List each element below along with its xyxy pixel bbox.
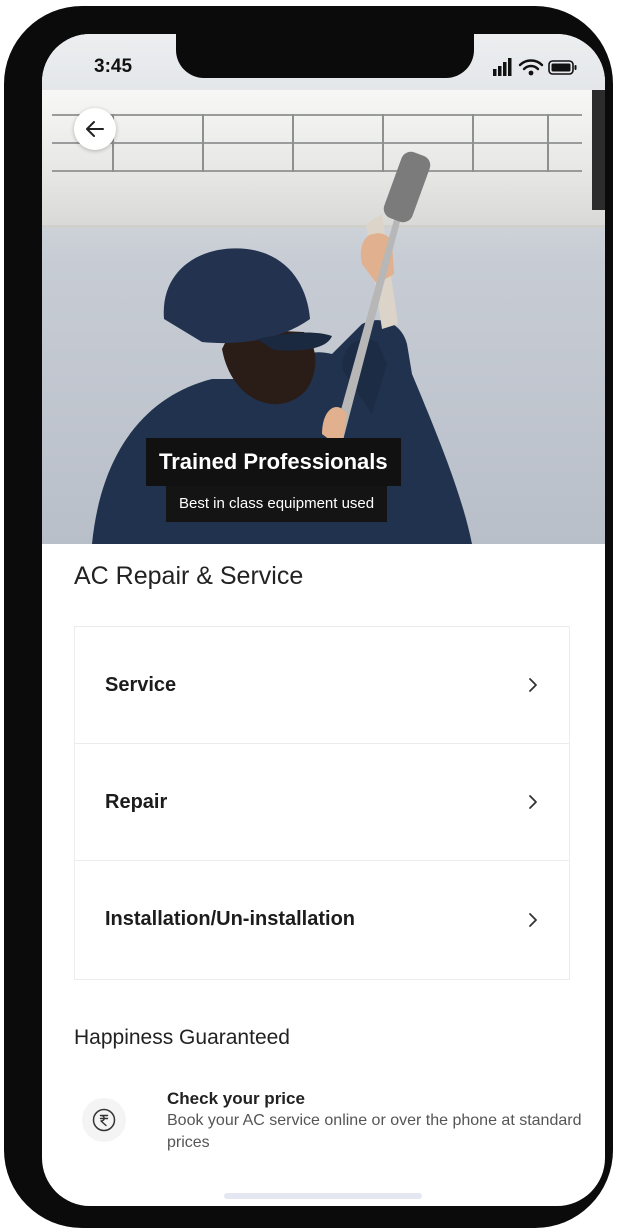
feature-description: Book your AC service online or over the …: [167, 1112, 582, 1151]
service-menu: Service Repair Installation/Un-installat…: [74, 626, 570, 980]
signal-icon: [493, 58, 512, 76]
menu-item-label: Service: [105, 673, 177, 696]
happiness-title: Happiness Guaranteed: [74, 1026, 290, 1049]
app-screen: 3:45 Trained Professionals Best in class…: [42, 34, 605, 1206]
arrow-left-icon: [86, 121, 104, 137]
menu-item-label: Repair: [105, 790, 168, 813]
back-button[interactable]: [74, 108, 116, 150]
chevron-right-icon: [529, 795, 537, 809]
phone-frame: 3:45 Trained Professionals Best in class…: [4, 6, 613, 1228]
page-title: AC Repair & Service: [74, 562, 304, 590]
status-bar: 3:45: [42, 34, 605, 94]
banner-title: Trained Professionals: [146, 438, 401, 486]
menu-item-service[interactable]: Service: [75, 627, 569, 744]
menu-item-label: Installation/Un-installation: [105, 908, 356, 930]
chevron-right-icon: [529, 912, 537, 927]
rupee-icon: [82, 1098, 126, 1142]
menu-item-repair[interactable]: Repair: [75, 744, 569, 861]
menu-item-installation[interactable]: Installation/Un-installation: [75, 861, 569, 978]
hero-image: 3:45 Trained Professionals Best in class…: [42, 34, 605, 544]
status-icons: [493, 58, 577, 76]
home-indicator[interactable]: [224, 1193, 422, 1199]
battery-icon: [548, 60, 577, 75]
status-time: 3:45: [94, 56, 133, 77]
chevron-right-icon: [529, 678, 537, 692]
notch: [176, 34, 474, 78]
wifi-icon: [518, 59, 544, 71]
banner-subtitle: Best in class equipment used: [166, 486, 388, 522]
feature-title: Check your price: [167, 1089, 305, 1108]
